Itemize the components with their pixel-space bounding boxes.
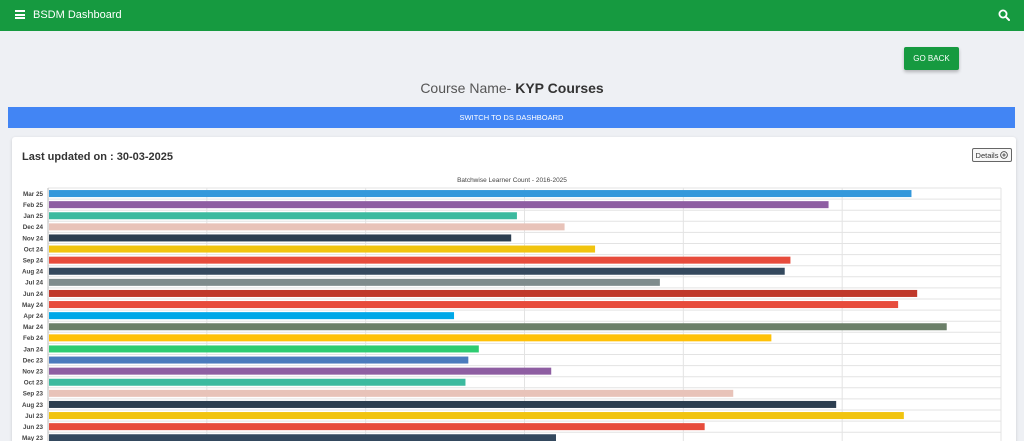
bar bbox=[49, 434, 556, 441]
y-tick-label: Feb 24 bbox=[23, 335, 43, 342]
y-tick-label: Jan 25 bbox=[23, 213, 43, 220]
y-tick-label: Sep 24 bbox=[23, 257, 44, 264]
bar bbox=[49, 245, 596, 253]
bar bbox=[49, 212, 517, 220]
top-app-bar: BSDM Dashboard bbox=[0, 0, 1024, 31]
course-title: Course Name- KYP Courses bbox=[0, 80, 1024, 96]
bar bbox=[49, 423, 705, 431]
y-tick-label: Feb 25 bbox=[23, 202, 43, 209]
bar bbox=[49, 289, 918, 297]
y-tick-label: Aug 24 bbox=[22, 269, 43, 276]
bar bbox=[49, 223, 565, 231]
course-name: KYP Courses bbox=[515, 80, 604, 96]
bar bbox=[49, 190, 912, 198]
last-updated-text: Last updated on : 30-03-2025 bbox=[22, 151, 173, 163]
y-tick-label: Mar 25 bbox=[23, 191, 43, 198]
bar bbox=[49, 201, 829, 209]
y-tick-label: Nov 24 bbox=[22, 235, 43, 242]
bar bbox=[49, 256, 791, 264]
bar bbox=[49, 278, 660, 286]
y-tick-label: Aug 23 bbox=[22, 402, 43, 409]
course-title-prefix: Course Name- bbox=[420, 80, 516, 96]
y-tick-label: Jun 23 bbox=[23, 424, 43, 431]
y-tick-label: Jul 23 bbox=[25, 413, 43, 420]
switch-to-ds-dashboard-button[interactable]: SWITCH TO DS DASHBOARD bbox=[8, 107, 1015, 128]
y-tick-label: May 24 bbox=[22, 302, 44, 309]
y-tick-label: Sep 23 bbox=[23, 391, 44, 398]
bar bbox=[49, 301, 899, 309]
bar bbox=[49, 412, 904, 420]
details-label: Details bbox=[975, 150, 999, 160]
y-tick-label: May 23 bbox=[22, 435, 44, 441]
hamburger-menu-icon[interactable] bbox=[15, 10, 25, 19]
app-title: BSDM Dashboard bbox=[33, 9, 122, 21]
bar bbox=[49, 267, 785, 275]
bar bbox=[49, 378, 466, 386]
bar bbox=[49, 400, 837, 408]
bar bbox=[49, 367, 552, 375]
chart-title: Batchwise Learner Count - 2016-2025 bbox=[457, 177, 567, 184]
search-icon[interactable] bbox=[998, 9, 1010, 21]
details-button[interactable]: Details bbox=[972, 148, 1012, 162]
y-tick-label: Jul 24 bbox=[25, 280, 43, 287]
y-tick-label: Oct 23 bbox=[24, 380, 44, 387]
y-tick-label: Apr 24 bbox=[23, 313, 43, 320]
plus-circle-icon bbox=[1000, 151, 1009, 159]
y-tick-label: Mar 24 bbox=[23, 324, 43, 331]
batchwise-learner-chart: Batchwise Learner Count - 2016-2025 Mar 2… bbox=[22, 177, 1002, 441]
bar bbox=[49, 312, 455, 320]
go-back-button[interactable]: GO BACK bbox=[904, 47, 959, 70]
y-tick-label: Oct 24 bbox=[24, 246, 44, 253]
y-tick-label: Jun 24 bbox=[23, 291, 43, 298]
y-tick-label: Dec 23 bbox=[23, 357, 44, 364]
y-tick-label: Nov 23 bbox=[22, 368, 43, 375]
bar bbox=[49, 356, 469, 364]
y-tick-label: Dec 24 bbox=[23, 224, 44, 231]
bar bbox=[49, 323, 947, 331]
bar bbox=[49, 389, 734, 397]
y-tick-label: Jan 24 bbox=[23, 346, 43, 353]
bar bbox=[49, 345, 479, 353]
bar bbox=[49, 234, 512, 242]
bar bbox=[49, 334, 772, 342]
